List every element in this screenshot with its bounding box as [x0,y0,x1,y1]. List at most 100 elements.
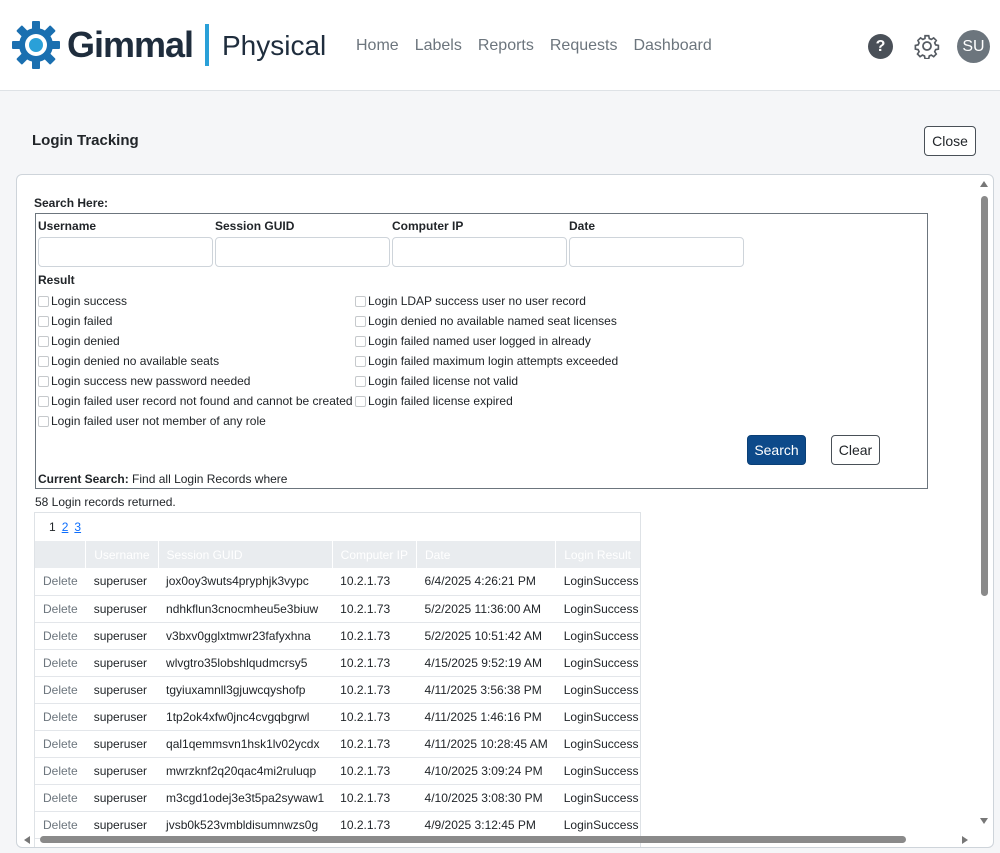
records-count: 58 Login records returned. [35,495,176,509]
delete-link[interactable]: Delete [35,676,86,704]
cell-session-guid: tgyiuxamnll3gjuwcqyshofp [158,676,333,704]
cell-username: superuser [85,730,159,758]
date-label: Date [569,219,596,233]
horizontal-scrollbar[interactable] [18,832,976,847]
result-checkbox[interactable] [38,375,49,387]
delete-link[interactable]: Delete [35,757,86,785]
session-guid-input[interactable] [215,237,390,267]
nav-labels[interactable]: Labels [415,36,462,56]
user-avatar[interactable]: SU [957,30,990,63]
cell-session-guid: m3cgd1odej3e3t5pa2sywaw1 [158,784,333,812]
delete-link[interactable]: Delete [35,649,86,677]
cell-login-result: LoginSuccess [555,784,640,812]
cell-date: 5/2/2025 11:36:00 AM [416,595,556,623]
current-search: Current Search: Find all Login Records w… [38,472,287,486]
cell-date: 6/4/2025 4:26:21 PM [416,568,556,596]
scroll-up-arrow-icon[interactable] [980,181,988,187]
result-option[interactable]: Login success new password needed [38,373,250,389]
nav-home[interactable]: Home [356,36,399,56]
scroll-left-arrow-icon[interactable] [24,836,30,844]
result-option[interactable]: Login denied no available seats [38,353,219,369]
result-checkbox[interactable] [355,375,366,387]
login-records-grid: 1 2 3 Username Session GUID Computer IP … [34,512,641,847]
computer-ip-input[interactable] [392,237,567,267]
table-row: Delete superuser ndhkflun3cnocmheu5e3biuw 1… [35,595,640,623]
result-option[interactable]: Login success [38,293,127,309]
scroll-right-arrow-icon[interactable] [962,836,968,844]
result-checkbox[interactable] [38,315,49,327]
nav-dashboard[interactable]: Dashboard [633,36,711,56]
result-checkbox[interactable] [38,355,49,367]
result-checkbox[interactable] [38,395,49,407]
cell-username: superuser [85,703,159,731]
pager-current-page: 1 [49,520,56,534]
horizontal-scroll-thumb[interactable] [40,836,906,843]
delete-link[interactable]: Delete [35,730,86,758]
username-label: Username [38,219,97,233]
result-option[interactable]: Login failed user record not found and c… [38,393,353,409]
result-option[interactable]: Login denied [38,333,120,349]
help-icon[interactable]: ? [868,34,893,59]
vertical-scroll-thumb[interactable] [981,196,988,596]
result-checkbox[interactable] [38,295,49,307]
nav-reports[interactable]: Reports [478,36,534,56]
result-option[interactable]: Login failed license expired [355,393,513,409]
col-header-actions [35,541,87,568]
delete-link[interactable]: Delete [35,622,86,650]
table-row: Delete superuser wlvgtro35lobshlqudmcrsy5 1… [35,649,640,677]
close-button[interactable]: Close [924,126,976,156]
table-row: Delete superuser tgyiuxamnll3gjuwcqyshofp 1… [35,676,640,704]
gimmal-gear-logo-icon [12,21,60,69]
top-navbar: Gimmal Physical Home Labels Reports Requ… [0,0,1000,91]
records-table: Username Session GUID Computer IP Date L… [35,541,640,839]
cell-session-guid: wlvgtro35lobshlqudmcrsy5 [158,649,333,677]
result-option[interactable]: Login failed [38,313,112,329]
delete-link[interactable]: Delete [35,595,86,623]
result-option[interactable]: Login failed maximum login attempts exce… [355,353,618,369]
result-option[interactable]: Login failed named user logged in alread… [355,333,591,349]
result-option-label: Login success new password needed [51,374,251,388]
cell-login-result: LoginSuccess [555,568,640,596]
result-checkbox[interactable] [38,415,49,427]
table-row: Delete superuser v3bxv0gglxtmwr23fafyxhna 1… [35,622,640,650]
col-header-username[interactable]: Username [85,541,159,568]
result-checkbox[interactable] [355,295,366,307]
pager-page-2[interactable]: 2 [62,520,69,534]
result-checkbox[interactable] [355,315,366,327]
col-header-session-guid[interactable]: Session GUID [158,541,333,568]
nav-requests[interactable]: Requests [550,36,618,56]
result-option-label: Login failed user record not found and c… [51,394,353,408]
col-header-login-result[interactable]: Login Result [555,541,640,568]
brand-divider [205,24,209,66]
cell-username: superuser [85,784,159,812]
cell-username: superuser [85,676,159,704]
date-input[interactable] [569,237,744,267]
settings-gear-icon[interactable] [914,33,940,59]
result-checkbox[interactable] [355,355,366,367]
product-name: Physical [222,30,327,61]
cell-date: 5/2/2025 10:51:42 AM [416,622,556,650]
delete-link[interactable]: Delete [35,703,86,731]
username-input[interactable] [38,237,213,267]
pager-page-3[interactable]: 3 [74,520,81,534]
delete-link[interactable]: Delete [35,568,86,596]
result-option[interactable]: Login denied no available named seat lic… [355,313,617,329]
col-header-date[interactable]: Date [416,541,557,568]
scroll-down-arrow-icon[interactable] [980,818,988,824]
result-checkbox[interactable] [355,395,366,407]
result-option-label: Login success [51,294,128,308]
result-option[interactable]: Login failed user not member of any role [38,413,266,429]
result-checkbox[interactable] [38,335,49,347]
col-header-computer-ip[interactable]: Computer IP [332,541,418,568]
page-title: Login Tracking [32,132,139,149]
cell-session-guid: ndhkflun3cnocmheu5e3biuw [158,595,333,623]
result-checkbox[interactable] [355,335,366,347]
session-guid-label: Session GUID [215,219,295,233]
search-button[interactable]: Search [747,435,806,465]
delete-link[interactable]: Delete [35,784,86,812]
vertical-scrollbar[interactable] [977,176,992,832]
clear-button[interactable]: Clear [831,435,880,465]
result-option[interactable]: Login LDAP success user no user record [355,293,586,309]
current-search-label: Current Search: [38,472,129,486]
result-option[interactable]: Login failed license not valid [355,373,518,389]
